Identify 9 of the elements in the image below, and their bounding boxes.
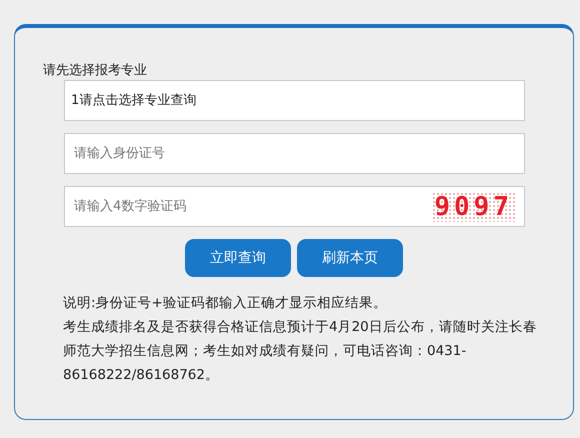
note-text: 考生成绩排名及是否获得合格证信息预计于4月20日后公布，请随时关注长春师范大学招生信息网；考生如对成绩有疑问，可电话咨询：0431-86168222/86168762。 (63, 318, 537, 385)
id-number-field[interactable]: 请输入身份证号 (64, 133, 525, 174)
captcha-field[interactable]: 请输入4数字验证码 9097 (64, 186, 525, 227)
major-select[interactable]: 1请点击选择专业查询 (64, 80, 525, 121)
captcha-image[interactable]: 9097 (432, 192, 515, 222)
field-label: 请先选择报考专业 (43, 62, 148, 80)
note-text: 说明:身份证号+验证码都输入正确才显示相应结果。 (63, 294, 388, 313)
query-button[interactable]: 立即查询 (185, 239, 291, 277)
refresh-button[interactable]: 刷新本页 (297, 239, 403, 277)
